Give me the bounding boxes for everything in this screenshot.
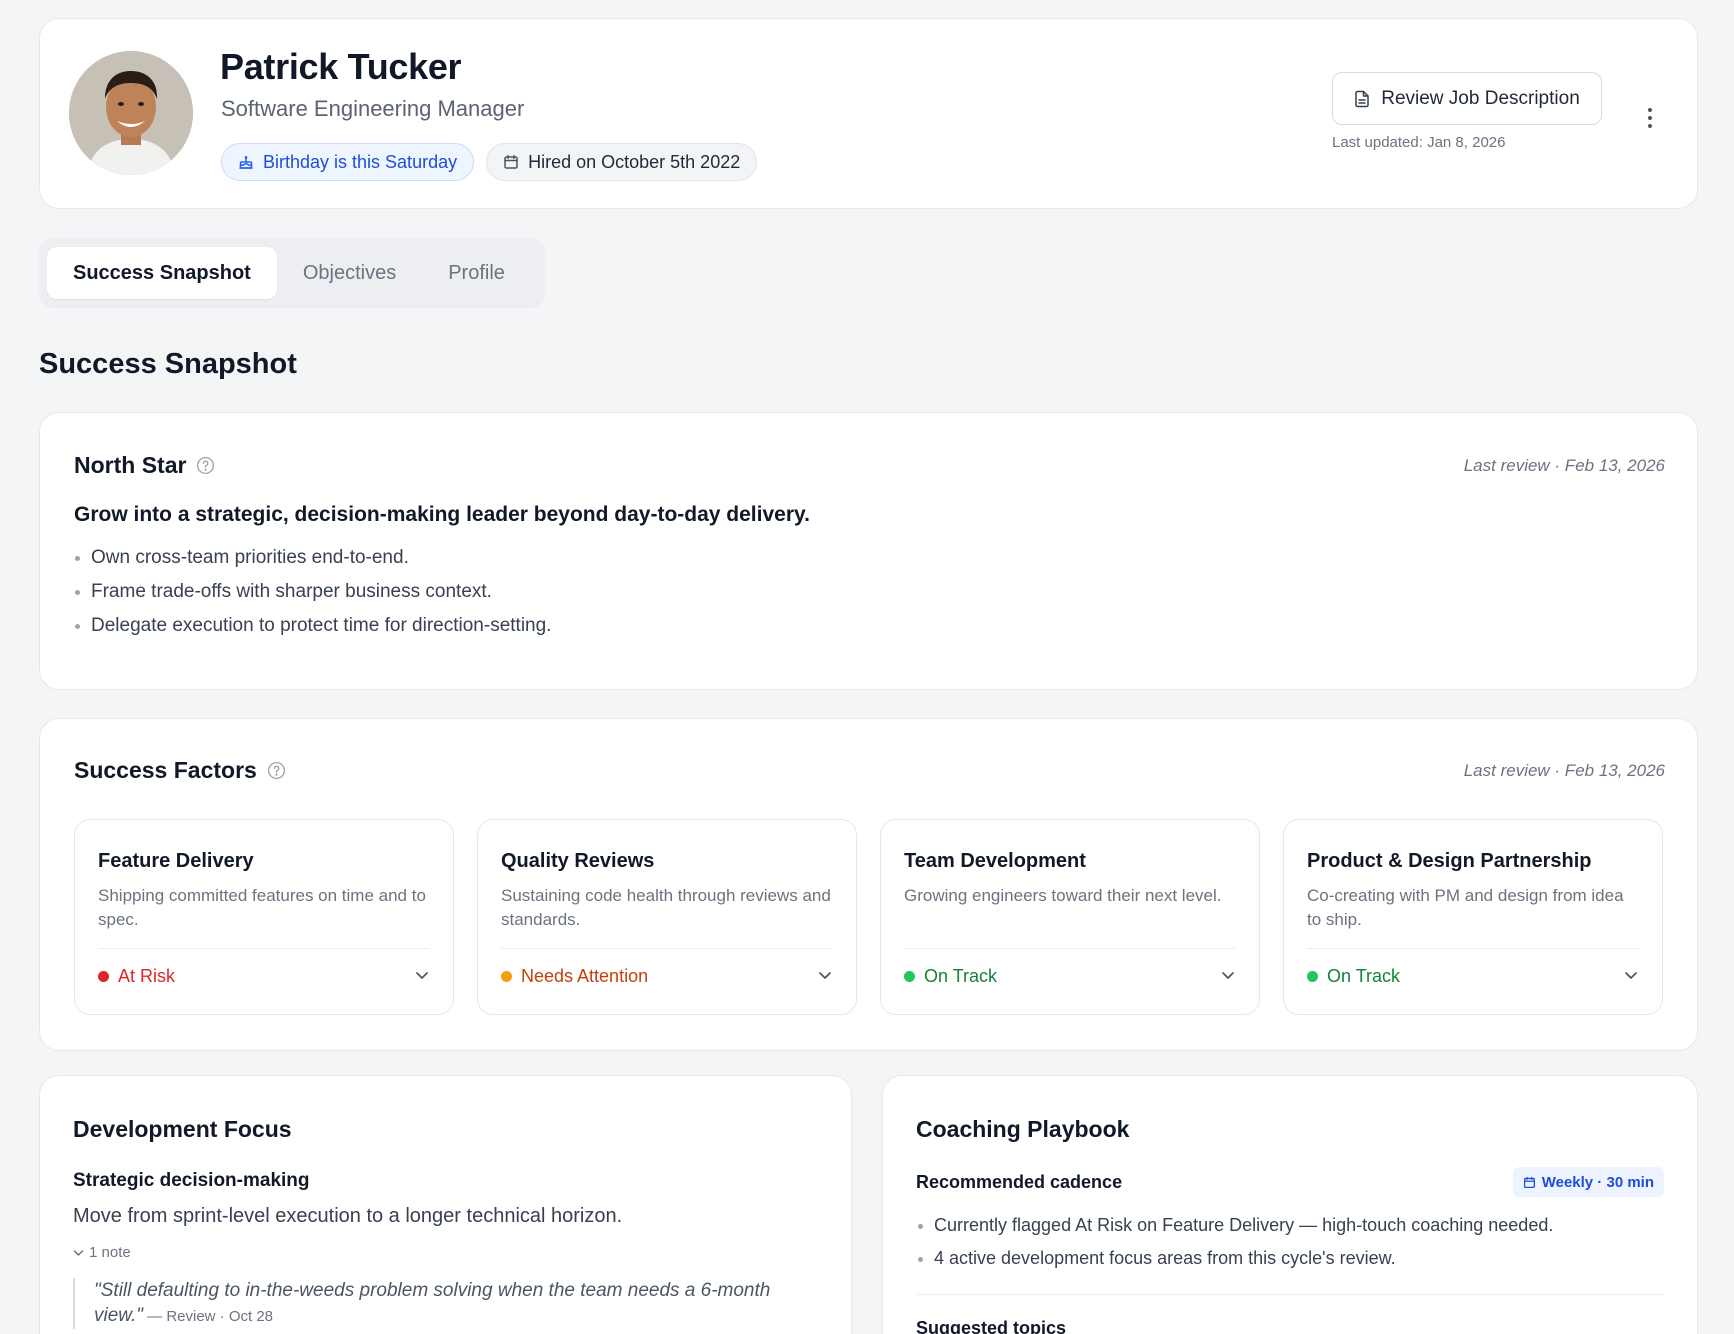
status-badge: Needs Attention [501,966,648,987]
factor-description: Growing engineers toward their next leve… [904,886,1222,905]
info-chips: Birthday is this Saturday Hired on Octob… [221,143,758,181]
calendar-icon [1523,1176,1535,1188]
chevron-down-icon[interactable] [818,970,832,980]
development-focus-card: Development Focus Strategic decision-mak… [39,1075,852,1334]
success-factors-header: Success Factors [74,757,286,784]
factor-card-feature-delivery[interactable]: Feature Delivery Shipping committed feat… [74,819,454,1015]
factor-description: Sustaining code health through reviews a… [501,886,831,929]
north-star-header: North Star [74,452,215,479]
suggested-topics-label: Suggested topics [916,1318,1067,1334]
chevron-down-icon[interactable] [1221,970,1235,980]
last-updated: Last updated: Jan 8, 2026 [1332,134,1506,151]
more-vertical-icon[interactable] [1638,103,1662,133]
help-circle-icon[interactable] [267,761,286,780]
development-focus-title: Development Focus [73,1116,292,1142]
divider [916,1294,1664,1295]
chevron-down-icon[interactable] [415,970,429,980]
tab-success-snapshot[interactable]: Success Snapshot [47,247,277,299]
tab-objectives[interactable]: Objectives [277,247,422,299]
north-star-bullets: Own cross-team priorities end-to-end. Fr… [74,541,551,643]
chevron-down-icon [73,1249,84,1256]
birthday-label: Birthday is this Saturday [263,151,458,172]
cadence-label: Weekly · 30 min [1541,1173,1654,1191]
success-factors-title: Success Factors [74,757,257,783]
status-dot [98,971,109,982]
page-title: Success Snapshot [39,348,297,380]
coaching-playbook-title: Coaching Playbook [916,1116,1130,1142]
cadence-bullets: Currently flagged At Risk on Feature Del… [917,1209,1553,1275]
factor-title: Feature Delivery [98,850,254,872]
success-factors-card: Success Factors Last review · Feb 13, 20… [39,718,1698,1051]
factor-card-product-design-partnership[interactable]: Product & Design Partnership Co-creating… [1283,819,1663,1015]
status-badge: On Track [1307,966,1400,987]
status-label: On Track [1327,966,1401,986]
calendar-icon [504,155,518,169]
north-star-last-review: Last review · Feb 13, 2026 [1463,456,1665,475]
factor-description: Co-creating with PM and design from idea… [1307,886,1624,929]
status-dot [501,971,512,982]
focus-area-description: Move from sprint-level execution to a lo… [73,1205,623,1227]
employee-name: Patrick Tucker [220,46,462,87]
north-star-title: North Star [74,452,187,478]
chevron-down-icon[interactable] [1624,970,1638,980]
cadence-badge: Weekly · 30 min [1512,1167,1664,1197]
cake-icon [239,155,253,169]
status-dot [904,971,915,982]
factor-card-quality-reviews[interactable]: Quality Reviews Sustaining code health t… [477,819,857,1015]
north-star-card: North Star Last review · Feb 13, 2026 Gr… [39,412,1698,690]
tab-profile[interactable]: Profile [422,247,531,299]
hired-label: Hired on October 5th 2022 [528,151,741,172]
note-toggle[interactable]: 1 note [73,1244,131,1261]
coaching-playbook-card: Coaching Playbook Recommended cadence We… [882,1075,1698,1334]
page: Patrick Tucker Software Engineering Mana… [39,18,1698,1334]
status-badge: On Track [904,966,997,987]
document-icon [1355,90,1369,107]
review-job-description-button[interactable]: Review Job Description [1332,72,1602,125]
status-dot [1307,971,1318,982]
factor-list: Feature Delivery Shipping committed feat… [74,819,1663,1015]
profile-header: Patrick Tucker Software Engineering Mana… [39,18,1698,209]
help-circle-icon[interactable] [196,456,215,475]
birthday-chip[interactable]: Birthday is this Saturday [221,143,475,181]
list-item: Delegate execution to protect time for d… [74,609,551,643]
status-label: Needs Attention [521,966,649,986]
success-factors-last-review: Last review · Feb 13, 2026 [1463,761,1665,780]
factor-title: Team Development [904,850,1086,872]
list-item: Currently flagged At Risk on Feature Del… [917,1209,1553,1242]
list-item: 4 active development focus areas from th… [917,1242,1553,1275]
employee-role: Software Engineering Manager [221,96,525,121]
status-label: On Track [924,966,998,986]
divider [501,948,833,949]
tab-bar: Success Snapshot Objectives Profile [39,238,545,308]
divider [904,948,1236,949]
factor-card-team-development[interactable]: Team Development Growing engineers towar… [880,819,1260,1015]
hired-chip[interactable]: Hired on October 5th 2022 [486,143,758,181]
avatar [69,51,193,175]
review-note-quote: "Still defaulting to in-the-weeds proble… [73,1278,813,1329]
factor-description: Shipping committed features on time and … [98,886,426,929]
list-item: Frame trade-offs with sharper business c… [74,575,551,609]
divider [98,948,430,949]
note-count: 1 note [89,1244,131,1261]
status-label: At Risk [118,966,176,986]
factor-title: Quality Reviews [501,850,655,872]
review-button-label: Review Job Description [1381,87,1580,109]
status-badge: At Risk [98,966,175,987]
north-star-goal: Grow into a strategic, decision-making l… [74,503,810,526]
recommended-cadence-label: Recommended cadence [916,1172,1123,1192]
list-item: Own cross-team priorities end-to-end. [74,541,551,575]
divider [1307,948,1639,949]
quote-source: — Review · Oct 28 [142,1308,274,1325]
factor-title: Product & Design Partnership [1307,850,1592,872]
focus-area-title: Strategic decision-making [73,1170,310,1191]
